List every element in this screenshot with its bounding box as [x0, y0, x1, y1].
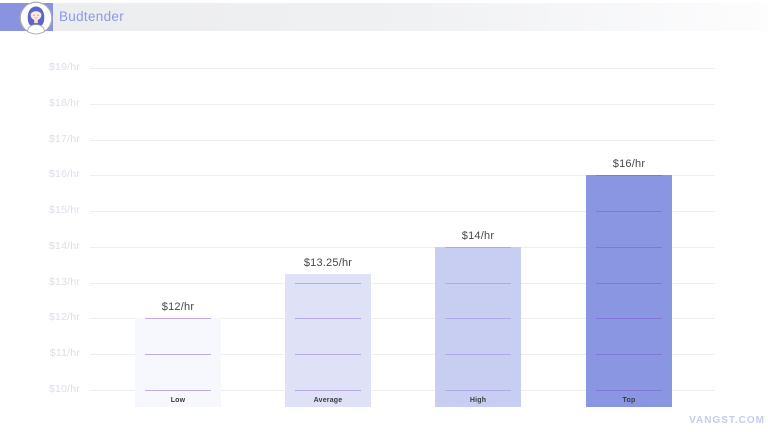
bar-inner-line — [295, 282, 361, 284]
bar-inner-line — [596, 246, 662, 248]
y-gridline — [90, 68, 715, 69]
wage-bar-top: Top — [586, 175, 672, 407]
bar-inner-line — [145, 389, 211, 391]
bar-value-label: $13.25/hr — [303, 256, 353, 269]
y-tick-label: $12/hr — [49, 311, 80, 324]
y-tick-label: $17/hr — [49, 132, 80, 145]
wage-bar-chart: $10/hr $11/hr $12/hr $13/hr $14/hr $15/hr $16/… — [0, 0, 768, 432]
y-tick-label: $19/hr — [49, 61, 80, 73]
bar-value-label: $12/hr — [161, 301, 195, 314]
bar-category-label: Low — [170, 396, 186, 404]
y-tick-label: $18/hr — [49, 96, 80, 109]
bar-inner-line — [596, 282, 662, 284]
bar-inner-line — [445, 282, 511, 284]
bar-inner-line — [145, 354, 211, 356]
y-tick-label: $11/hr — [49, 347, 80, 360]
y-gridline — [90, 139, 715, 141]
bar-inner-line — [445, 389, 511, 391]
bar-category-label: Average — [313, 396, 343, 404]
bar-value-label: $16/hr — [612, 158, 646, 171]
wage-bar-high: High — [435, 246, 521, 407]
bar-inner-line — [295, 389, 361, 391]
bar-category-label: Top — [622, 396, 636, 404]
bar-inner-line — [445, 246, 511, 248]
y-tick-label: $15/hr — [49, 204, 80, 217]
bar-inner-line — [145, 318, 211, 320]
bar-inner-line — [445, 354, 511, 356]
y-tick-label: $16/hr — [49, 168, 80, 181]
bar-inner-line — [596, 389, 662, 391]
bar-inner-line — [596, 175, 662, 177]
bar-inner-line — [596, 318, 662, 320]
page: Budtender $10/hr $11/hr $12/hr $13/hr $14/hr… — [0, 0, 768, 432]
bar-category-label: High — [469, 396, 487, 404]
watermark: VANGST.COM — [689, 415, 765, 426]
bar-inner-line — [295, 318, 361, 320]
bar-inner-line — [596, 354, 662, 356]
y-tick-label: $14/hr — [49, 239, 80, 252]
bar-value-label: $14/hr — [461, 229, 495, 242]
wage-bar-average: Average — [285, 273, 371, 407]
bar-inner-line — [596, 211, 662, 213]
y-tick-label: $13/hr — [49, 275, 80, 288]
y-gridline — [90, 103, 715, 105]
y-tick-label: $10/hr — [49, 383, 80, 395]
bar-inner-line — [295, 354, 361, 356]
wage-bar-low: Low — [135, 318, 221, 407]
bar-inner-line — [445, 318, 511, 320]
